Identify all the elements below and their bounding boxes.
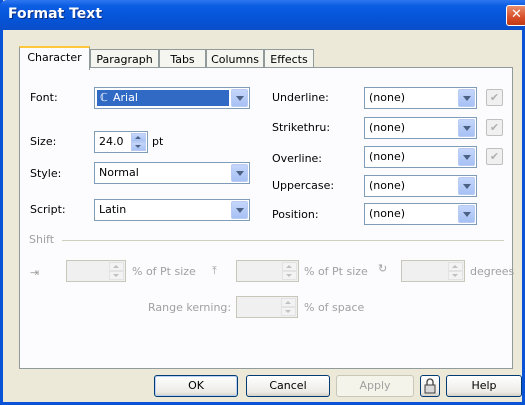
- spin-down-icon[interactable]: [281, 307, 296, 316]
- tab-character[interactable]: Character: [19, 46, 90, 70]
- uppercase-select[interactable]: (none): [364, 175, 477, 197]
- shift-group-label: Shift: [29, 233, 55, 246]
- close-icon: ✕: [511, 7, 522, 22]
- horizontal-shift-unit: % of Pt size: [132, 265, 196, 278]
- spin-up-icon[interactable]: [448, 262, 463, 271]
- chevron-down-icon[interactable]: [231, 89, 248, 107]
- vertical-shift-icon: ⤒: [212, 264, 217, 277]
- strikethru-label: Strikethru:: [272, 121, 331, 134]
- horizontal-shift-spinner[interactable]: [66, 260, 126, 282]
- font-select[interactable]: ℂ Arial: [94, 87, 250, 109]
- check-icon: ✔: [489, 91, 500, 104]
- size-value: 24.0: [99, 135, 124, 148]
- check-icon: ✔: [489, 150, 500, 163]
- character-angle-spinner[interactable]: [401, 260, 465, 282]
- overline-label: Overline:: [272, 152, 323, 165]
- size-label: Size:: [30, 135, 57, 148]
- size-unit: pt: [152, 135, 164, 148]
- uppercase-label: Uppercase:: [272, 179, 335, 192]
- dialog-title: Format Text: [8, 6, 103, 22]
- strikethru-value: (none): [369, 121, 406, 134]
- font-value: Arial: [113, 91, 138, 104]
- chevron-down-icon[interactable]: [458, 177, 475, 195]
- apply-button[interactable]: Apply: [336, 375, 414, 397]
- spin-up-icon[interactable]: [131, 133, 146, 142]
- style-label: Style:: [30, 167, 62, 180]
- angle-unit: degrees: [470, 265, 515, 278]
- overline-select[interactable]: (none): [364, 146, 477, 168]
- ok-button[interactable]: OK: [154, 375, 238, 397]
- script-value: Latin: [99, 203, 127, 216]
- spin-down-icon[interactable]: [109, 271, 124, 280]
- position-select[interactable]: (none): [364, 203, 477, 225]
- underline-select[interactable]: (none): [364, 87, 477, 109]
- chevron-down-icon[interactable]: [231, 201, 248, 219]
- chevron-down-icon[interactable]: [458, 89, 475, 107]
- position-value: (none): [369, 207, 406, 220]
- close-button[interactable]: ✕: [506, 5, 525, 26]
- character-panel: Font: ℂ Arial Size: 24.0 pt Style: Norma…: [19, 67, 515, 369]
- format-text-dialog: Format Text ✕ Character Paragraph Tabs C…: [0, 0, 525, 405]
- chevron-down-icon[interactable]: [458, 119, 475, 137]
- strikethru-select[interactable]: (none): [364, 117, 477, 139]
- font-label: Font:: [30, 91, 58, 104]
- style-value: Normal: [99, 166, 139, 179]
- horizontal-shift-icon: ⇥: [30, 266, 40, 279]
- underline-value: (none): [369, 91, 406, 104]
- spin-up-icon[interactable]: [281, 298, 296, 307]
- range-kerning-spinner[interactable]: [236, 296, 298, 318]
- vertical-shift-unit: % of Pt size: [304, 265, 368, 278]
- shift-group-divider: [62, 240, 504, 241]
- spin-down-icon[interactable]: [131, 142, 146, 151]
- help-button[interactable]: Help: [446, 375, 522, 397]
- size-spinner[interactable]: 24.0: [94, 131, 148, 153]
- cancel-button[interactable]: Cancel: [246, 375, 330, 397]
- style-select[interactable]: Normal: [94, 162, 250, 184]
- position-label: Position:: [272, 208, 319, 221]
- chevron-down-icon[interactable]: [458, 148, 475, 166]
- lock-icon: [424, 378, 436, 394]
- uppercase-value: (none): [369, 179, 406, 192]
- title-bar[interactable]: Format Text ✕: [0, 0, 525, 30]
- underline-settings-checkbox[interactable]: ✔: [486, 89, 503, 106]
- overline-value: (none): [369, 150, 406, 163]
- spin-up-icon[interactable]: [109, 262, 124, 271]
- chevron-down-icon[interactable]: [231, 164, 248, 182]
- spin-down-icon[interactable]: [282, 271, 297, 280]
- spin-down-icon[interactable]: [448, 271, 463, 280]
- script-label: Script:: [30, 203, 66, 216]
- overline-settings-checkbox[interactable]: ✔: [486, 148, 503, 165]
- spin-up-icon[interactable]: [282, 262, 297, 271]
- apply-lock-button[interactable]: [420, 375, 440, 397]
- range-kerning-label: Range kerning:: [148, 301, 232, 314]
- truetype-font-icon: ℂ: [100, 91, 108, 104]
- chevron-down-icon[interactable]: [458, 205, 475, 223]
- underline-label: Underline:: [272, 91, 329, 104]
- vertical-shift-spinner[interactable]: [236, 260, 299, 282]
- script-select[interactable]: Latin: [94, 199, 250, 221]
- range-kerning-unit: % of space: [304, 301, 365, 314]
- strikethru-settings-checkbox[interactable]: ✔: [486, 119, 503, 136]
- character-angle-icon: ↻: [378, 262, 388, 275]
- check-icon: ✔: [489, 121, 500, 134]
